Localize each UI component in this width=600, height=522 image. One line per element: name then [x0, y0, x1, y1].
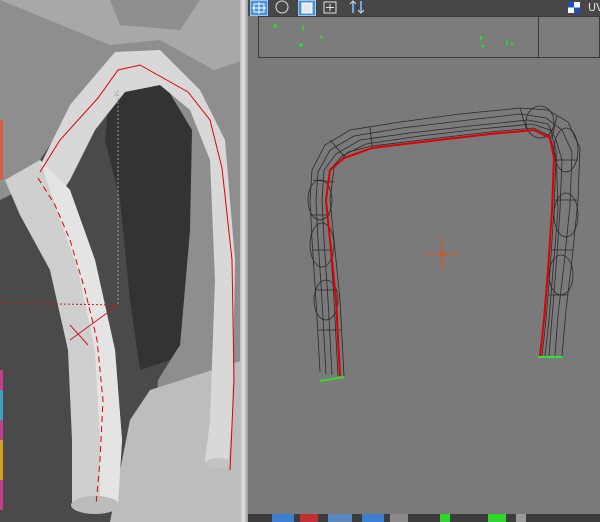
bottom-tool-blue-2[interactable] — [362, 514, 384, 522]
perspective-viewport[interactable]: z — [0, 0, 244, 522]
bottom-indicator-green-2 — [488, 514, 506, 522]
mirror-tool-button[interactable] — [348, 0, 366, 16]
bottom-indicator-green — [440, 514, 450, 522]
rotate-tool-button[interactable] — [274, 0, 292, 16]
stats-divider — [538, 16, 539, 58]
bottom-tool-grey[interactable] — [390, 514, 408, 522]
scale-icon — [301, 2, 313, 14]
move-tool-button[interactable] — [250, 0, 268, 16]
scale-tool-button[interactable] — [298, 0, 316, 16]
bottom-tool-blue[interactable] — [272, 514, 294, 522]
plus-icon — [323, 1, 337, 14]
bottom-tool-red[interactable] — [300, 514, 318, 522]
rotate-icon — [275, 0, 289, 14]
bottom-tool-grey-2[interactable] — [516, 514, 526, 522]
uv-editor-panel[interactable] — [248, 0, 600, 522]
svg-text:z: z — [114, 90, 118, 98]
viewport-scene: z — [0, 0, 244, 522]
bottom-tool-active[interactable] — [328, 514, 352, 522]
mirror-icon — [349, 0, 365, 14]
selection-markers — [273, 24, 514, 48]
uv-toolbar — [248, 0, 600, 16]
checker-icon — [568, 2, 580, 13]
move-icon — [252, 2, 266, 14]
uv-selection-bar — [258, 16, 600, 58]
uv-editor-label: UV — [588, 1, 600, 14]
viewport-splitter[interactable] — [240, 0, 248, 522]
checker-tool-button[interactable] — [566, 0, 584, 16]
add-tool-button[interactable] — [322, 0, 340, 16]
